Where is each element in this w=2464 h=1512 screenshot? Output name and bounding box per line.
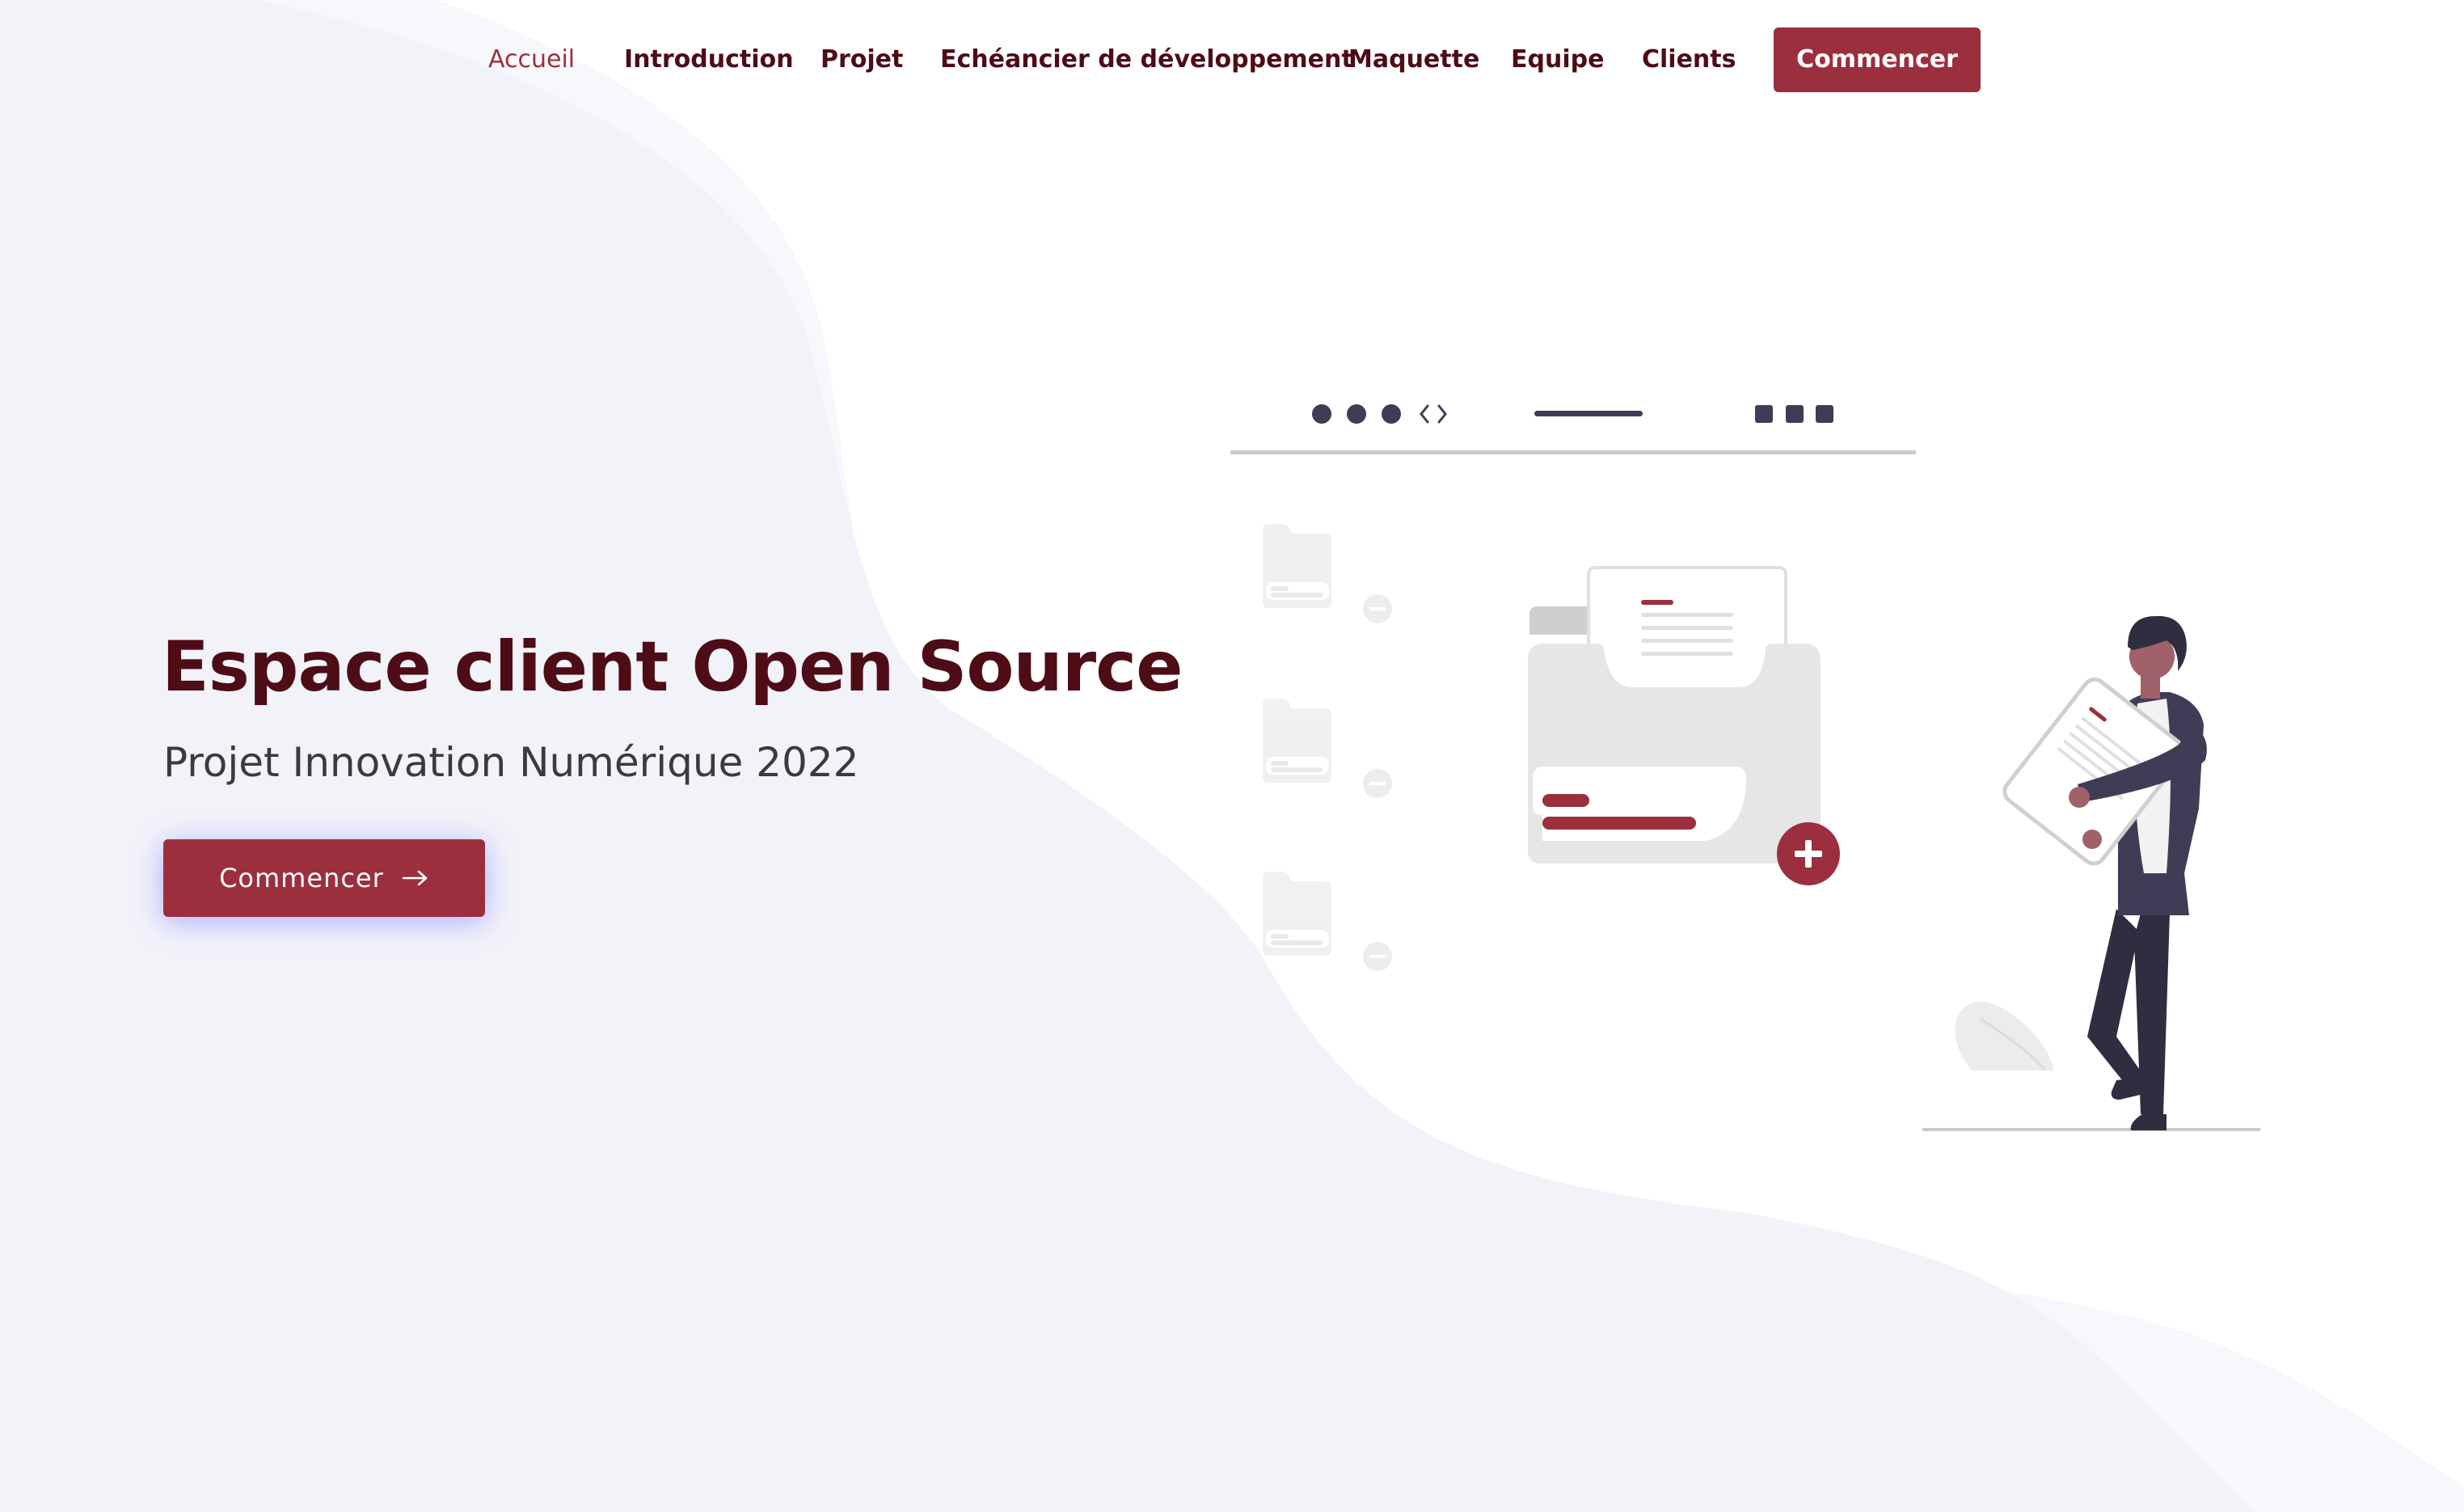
hero-subtitle: Projet Innovation Numérique 2022 bbox=[163, 739, 859, 786]
document-icon bbox=[1587, 566, 1787, 691]
hero-illustration bbox=[1230, 404, 2260, 1131]
nav-item-projet[interactable]: Projet bbox=[821, 27, 903, 92]
browser-divider bbox=[1230, 450, 1916, 454]
page: Accueil Introduction Projet Echéancier d… bbox=[0, 0, 2464, 1512]
hero-commencer-button[interactable]: Commencer bbox=[163, 839, 485, 917]
nav-item-echeancier[interactable]: Echéancier de développement bbox=[940, 27, 1353, 92]
arrow-right-icon bbox=[402, 838, 429, 916]
nav-item-clients[interactable]: Clients bbox=[1642, 27, 1736, 92]
hero-commencer-label: Commencer bbox=[219, 863, 384, 893]
address-bar-line bbox=[1534, 411, 1643, 416]
plus-circle-icon bbox=[1777, 822, 1840, 885]
code-brackets-icon bbox=[1420, 404, 1447, 424]
plant-icon bbox=[1955, 1001, 2053, 1071]
small-folder-icon bbox=[1263, 524, 1392, 623]
nav-item-equipe[interactable]: Equipe bbox=[1511, 27, 1604, 92]
folder-icon bbox=[1528, 566, 1840, 885]
top-navigation: Accueil Introduction Projet Echéancier d… bbox=[0, 27, 2464, 92]
ground-line bbox=[1922, 1128, 2260, 1131]
small-folder-icon bbox=[1263, 699, 1392, 798]
nav-item-maquette[interactable]: Maquette bbox=[1348, 27, 1479, 92]
nav-item-introduction[interactable]: Introduction bbox=[624, 27, 793, 92]
window-squares-icon bbox=[1755, 405, 1833, 423]
browser-dots-icon bbox=[1312, 404, 1401, 424]
hero-title: Espace client Open Source bbox=[162, 627, 1183, 707]
small-folder-icon bbox=[1263, 872, 1392, 971]
nav-commencer-button[interactable]: Commencer bbox=[1774, 27, 1981, 92]
nav-item-accueil[interactable]: Accueil bbox=[488, 27, 575, 92]
